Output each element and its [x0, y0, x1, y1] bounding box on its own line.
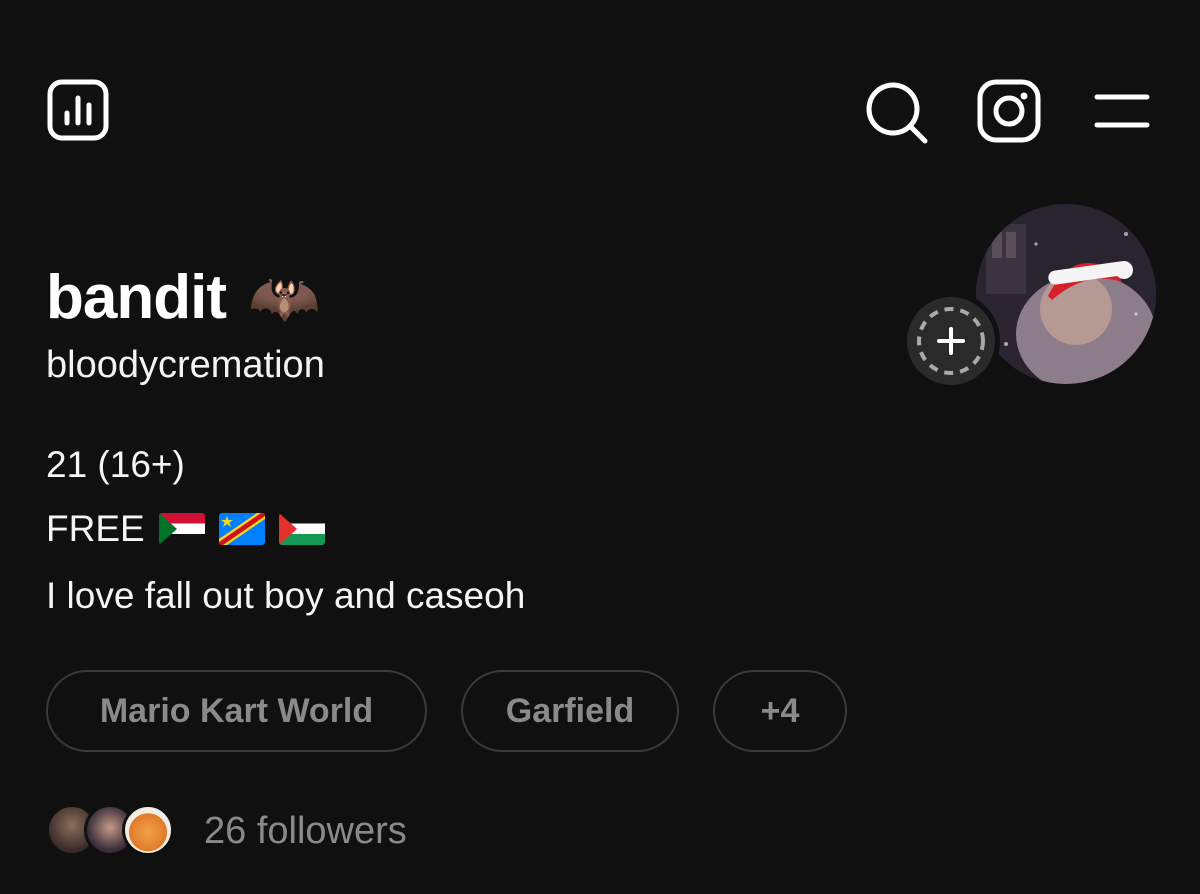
sudan-flag-icon	[158, 513, 205, 545]
bat-emoji: 🦇	[247, 263, 321, 332]
dr-congo-flag-icon	[218, 513, 265, 545]
tag-mario-kart-world[interactable]: Mario Kart World	[46, 670, 427, 752]
insights-icon	[47, 79, 109, 141]
insights-button[interactable]	[46, 78, 110, 142]
follower-avatar	[122, 804, 174, 856]
add-story-button[interactable]	[902, 292, 1000, 390]
menu-icon	[1094, 94, 1150, 128]
bio-free-text: FREE	[46, 508, 145, 549]
profile-page: bandit 🦇 bloodycremation 21 (16+) FREE I…	[0, 0, 1200, 894]
username: bloodycremation	[46, 344, 325, 386]
add-story-icon	[917, 307, 985, 375]
palestine-flag-icon	[278, 513, 325, 545]
search-button[interactable]	[864, 80, 930, 146]
tag-more[interactable]: +4	[713, 670, 847, 752]
search-icon	[866, 82, 928, 144]
menu-button[interactable]	[1094, 92, 1150, 132]
followers-count[interactable]: 26 followers	[204, 810, 407, 853]
bio-line-age: 21 (16+)	[46, 444, 185, 485]
instagram-button[interactable]	[976, 78, 1042, 144]
bio-line-interests: I love fall out boy and caseoh	[46, 575, 526, 616]
follower-avatars[interactable]	[46, 804, 176, 856]
profile-avatar[interactable]	[976, 204, 1156, 384]
display-name-row: bandit 🦇	[46, 262, 320, 333]
instagram-icon	[977, 79, 1041, 143]
display-name: bandit	[46, 263, 227, 332]
bio-line-free: FREE	[46, 508, 325, 550]
avatar-photo	[976, 204, 1156, 384]
tag-garfield[interactable]: Garfield	[461, 670, 679, 752]
